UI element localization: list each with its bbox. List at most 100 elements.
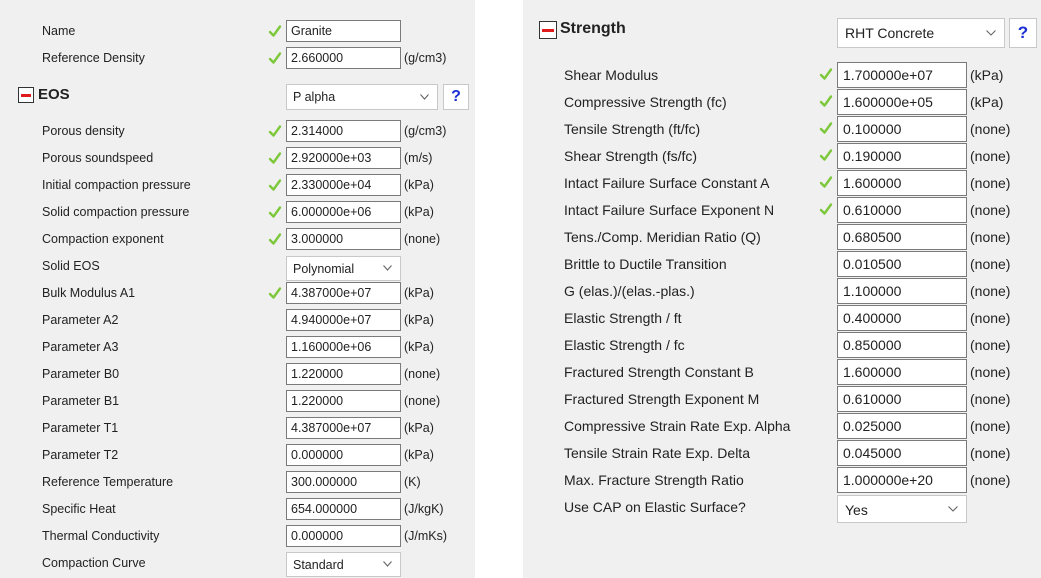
eos-type-value: P alpha xyxy=(293,90,336,104)
thermal-conductivity-input[interactable]: 0.000000 xyxy=(286,525,401,547)
intact-failure-constant-a-input[interactable]: 1.600000 xyxy=(837,170,967,196)
tensile-strength-input[interactable]: 0.100000 xyxy=(837,116,967,142)
brittle-ductile-transition-label: Brittle to Ductile Transition xyxy=(564,256,727,272)
compaction-exponent-label: Compaction exponent xyxy=(42,232,164,246)
compaction-exponent-input[interactable]: 3.000000 xyxy=(286,228,401,250)
elastic-strength-ft-input[interactable]: 0.400000 xyxy=(837,305,967,331)
g-elas-plas-input[interactable]: 1.100000 xyxy=(837,278,967,304)
fractured-strength-exponent-m-input[interactable]: 0.610000 xyxy=(837,386,967,412)
parameter-b1-input[interactable]: 1.220000 xyxy=(286,390,401,412)
thermal-conductivity-unit: (J/mKs) xyxy=(404,529,448,543)
eos-help-button[interactable]: ? xyxy=(443,84,469,110)
check-icon xyxy=(268,124,282,138)
tensile-strain-rate-delta-input[interactable]: 0.045000 xyxy=(837,440,967,466)
parameter-a3-unit: (kPa) xyxy=(404,340,434,354)
porous-density-input[interactable]: 2.314000 xyxy=(286,120,401,142)
max-fracture-strength-ratio-unit: (none) xyxy=(970,472,1011,488)
strength-section-title: Strength xyxy=(560,20,626,37)
use-cap-value: Yes xyxy=(845,502,868,518)
shear-modulus-input[interactable]: 1.700000e+07 xyxy=(837,62,967,88)
strength-model-select[interactable]: RHT Concrete xyxy=(837,18,1005,48)
chevron-down-icon xyxy=(986,30,996,36)
parameter-t2-input[interactable]: 0.000000 xyxy=(286,444,401,466)
use-cap-select[interactable]: Yes xyxy=(837,495,967,523)
reference-density-input[interactable]: 2.660000 xyxy=(286,47,401,69)
compaction-curve-select[interactable]: Standard xyxy=(286,552,401,577)
minus-collapse-icon[interactable] xyxy=(539,21,557,39)
compressive-strain-rate-alpha-unit: (none) xyxy=(970,418,1011,434)
chevron-down-icon xyxy=(948,506,958,512)
parameter-a3-input[interactable]: 1.160000e+06 xyxy=(286,336,401,358)
check-icon xyxy=(819,175,833,189)
eos-section-title: EOS xyxy=(38,86,70,103)
chevron-down-icon xyxy=(383,265,392,271)
intact-failure-exponent-n-label: Intact Failure Surface Exponent N xyxy=(564,202,775,218)
parameter-t1-input[interactable]: 4.387000e+07 xyxy=(286,417,401,439)
parameter-t2-unit: (kPa) xyxy=(404,448,434,462)
check-icon xyxy=(819,202,833,216)
initial-compaction-pressure-unit: (kPa) xyxy=(404,178,434,192)
check-icon xyxy=(268,24,282,38)
strength-model-value: RHT Concrete xyxy=(845,25,935,41)
meridian-ratio-unit: (none) xyxy=(970,229,1011,245)
parameter-b0-input[interactable]: 1.220000 xyxy=(286,363,401,385)
specific-heat-label: Specific Heat xyxy=(42,502,116,516)
elastic-strength-ft-unit: (none) xyxy=(970,310,1011,326)
parameter-b0-label: Parameter B0 xyxy=(42,367,120,381)
meridian-ratio-label: Tens./Comp. Meridian Ratio (Q) xyxy=(564,229,761,245)
reference-density-label: Reference Density xyxy=(42,51,145,65)
check-icon xyxy=(819,94,833,108)
elastic-strength-fc-input[interactable]: 0.850000 xyxy=(837,332,967,358)
parameter-b1-unit: (none) xyxy=(404,394,441,408)
fractured-strength-constant-b-unit: (none) xyxy=(970,364,1011,380)
elastic-strength-fc-unit: (none) xyxy=(970,337,1011,353)
solid-eos-label: Solid EOS xyxy=(42,259,100,273)
g-elas-plas-label: G (elas.)/(elas.-plas.) xyxy=(564,283,695,299)
brittle-ductile-transition-input[interactable]: 0.010500 xyxy=(837,251,967,277)
fractured-strength-exponent-m-label: Fractured Strength Exponent M xyxy=(564,391,760,407)
intact-failure-exponent-n-input[interactable]: 0.610000 xyxy=(837,197,967,223)
tensile-strain-rate-delta-label: Tensile Strain Rate Exp. Delta xyxy=(564,445,750,461)
bulk-modulus-a1-input[interactable]: 4.387000e+07 xyxy=(286,282,401,304)
reference-density-unit: (g/cm3) xyxy=(404,51,447,65)
check-icon xyxy=(819,148,833,162)
parameter-a2-input[interactable]: 4.940000e+07 xyxy=(286,309,401,331)
solid-eos-select[interactable]: Polynomial xyxy=(286,256,401,281)
parameter-b0-unit: (none) xyxy=(404,367,441,381)
max-fracture-strength-ratio-input[interactable]: 1.000000e+20 xyxy=(837,467,967,493)
check-icon xyxy=(819,121,833,135)
elastic-strength-ft-label: Elastic Strength / ft xyxy=(564,310,682,326)
eos-type-select[interactable]: P alpha xyxy=(286,84,438,110)
chevron-down-icon xyxy=(383,561,392,567)
name-label: Name xyxy=(42,24,76,38)
tensile-strength-label: Tensile Strength (ft/fc) xyxy=(564,121,701,137)
compressive-strength-input[interactable]: 1.600000e+05 xyxy=(837,89,967,115)
meridian-ratio-input[interactable]: 0.680500 xyxy=(837,224,967,250)
fractured-strength-constant-b-input[interactable]: 1.600000 xyxy=(837,359,967,385)
minus-collapse-icon[interactable] xyxy=(18,87,34,103)
solid-compaction-pressure-input[interactable]: 6.000000e+06 xyxy=(286,201,401,223)
brittle-ductile-transition-unit: (none) xyxy=(970,256,1011,272)
reference-temperature-input[interactable]: 300.000000 xyxy=(286,471,401,493)
name-input[interactable]: Granite xyxy=(286,20,401,42)
parameter-a2-unit: (kPa) xyxy=(404,313,434,327)
parameter-b1-label: Parameter B1 xyxy=(42,394,120,408)
chevron-down-icon xyxy=(420,94,429,100)
porous-density-unit: (g/cm3) xyxy=(404,124,447,138)
compressive-strength-label: Compressive Strength (fc) xyxy=(564,94,727,110)
intact-failure-exponent-n-unit: (none) xyxy=(970,202,1011,218)
initial-compaction-pressure-label: Initial compaction pressure xyxy=(42,178,191,192)
initial-compaction-pressure-input[interactable]: 2.330000e+04 xyxy=(286,174,401,196)
check-icon xyxy=(268,232,282,246)
use-cap-label: Use CAP on Elastic Surface? xyxy=(564,499,746,515)
reference-temperature-unit: (K) xyxy=(404,475,421,489)
porous-soundspeed-input[interactable]: 2.920000e+03 xyxy=(286,147,401,169)
shear-strength-input[interactable]: 0.190000 xyxy=(837,143,967,169)
specific-heat-input[interactable]: 654.000000 xyxy=(286,498,401,520)
shear-strength-label: Shear Strength (fs/fc) xyxy=(564,148,698,164)
strength-help-button[interactable]: ? xyxy=(1009,18,1037,48)
compressive-strain-rate-alpha-input[interactable]: 0.025000 xyxy=(837,413,967,439)
strength-properties-panel: Strength RHT Concrete ? Shear Modulus 1.… xyxy=(523,0,1041,578)
solid-compaction-pressure-unit: (kPa) xyxy=(404,205,434,219)
check-icon xyxy=(268,205,282,219)
